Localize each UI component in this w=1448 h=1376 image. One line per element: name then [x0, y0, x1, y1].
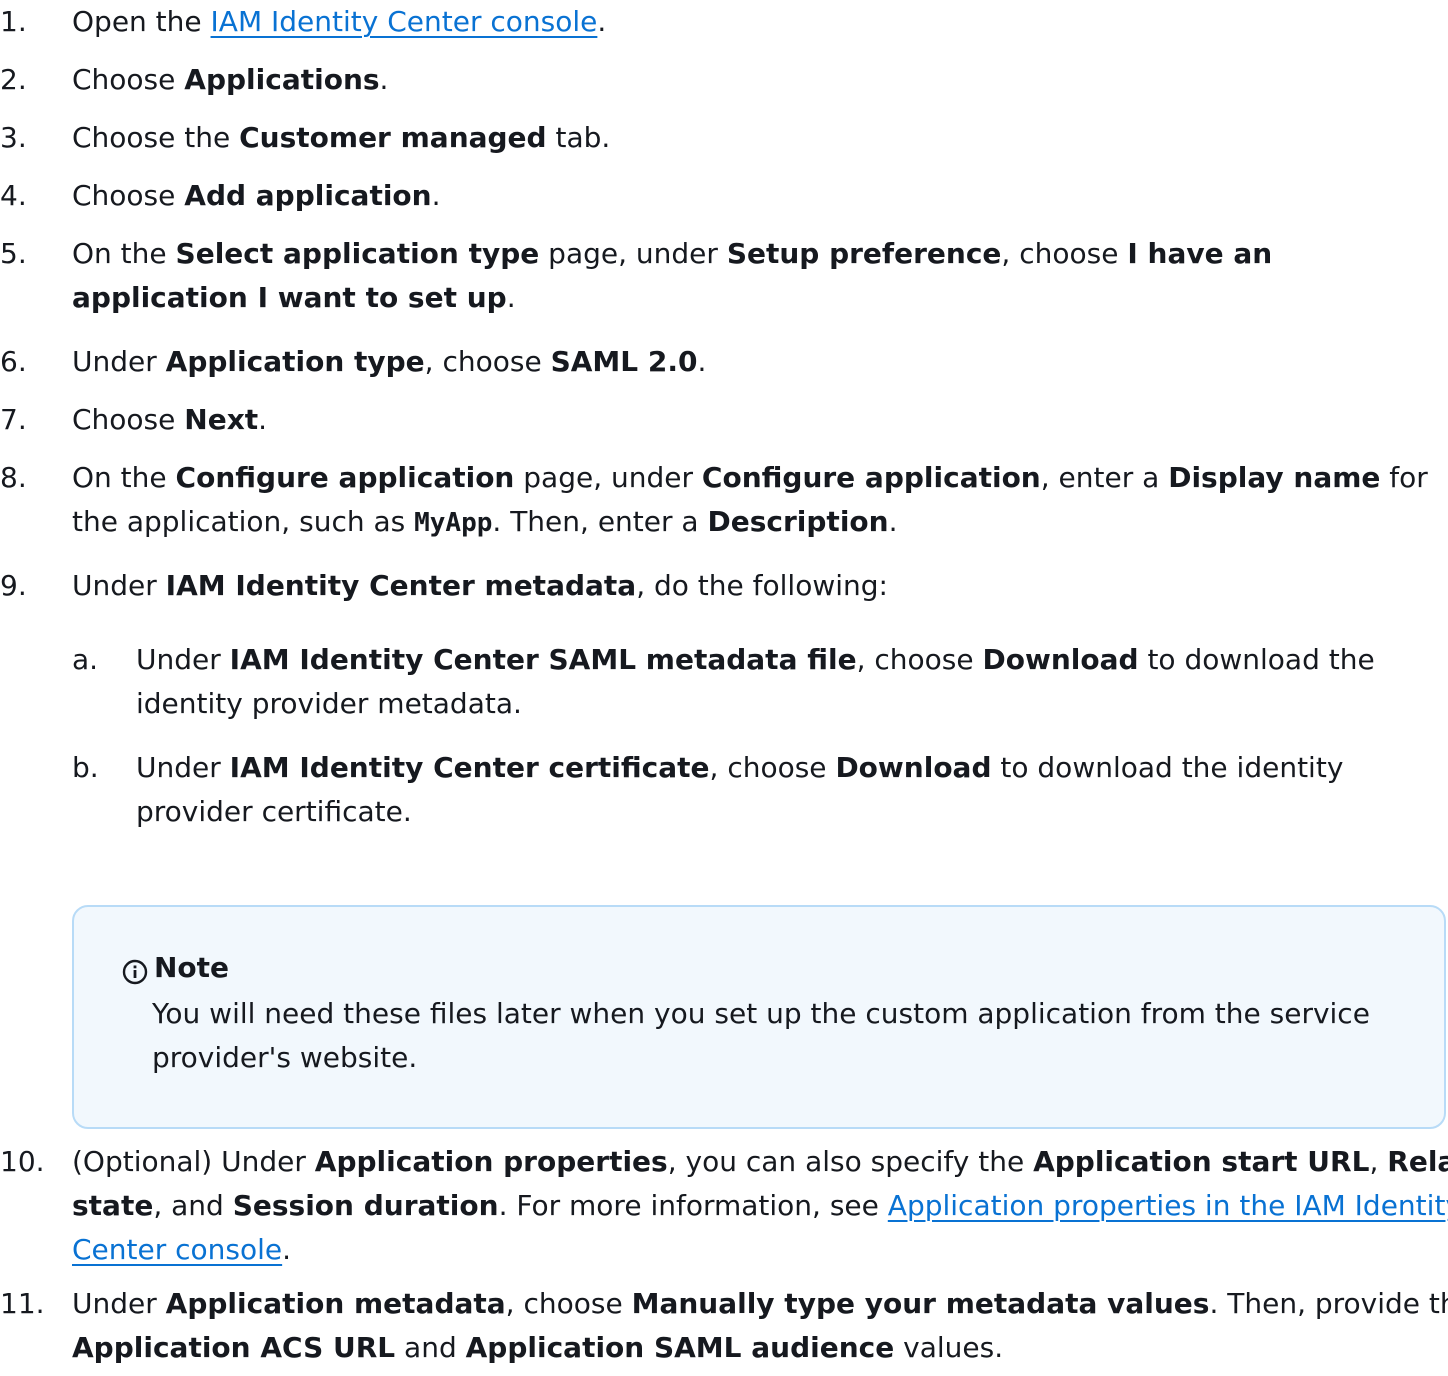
step-number: 1.	[0, 5, 27, 38]
ui-term: Download	[982, 643, 1139, 676]
ui-term: Application type	[165, 345, 425, 378]
step-3: 3. Choose the Customer managed tab.	[0, 116, 1448, 160]
note-body: You will need these files later when you…	[152, 997, 1370, 1074]
step-number: 4.	[0, 179, 27, 212]
step-number: 2.	[0, 63, 27, 96]
step-text: , choose	[1001, 237, 1128, 270]
ui-term: Applications	[184, 63, 380, 96]
info-icon	[122, 959, 148, 985]
step-text: . For more information, see	[498, 1189, 888, 1222]
step-number: 5.	[0, 237, 27, 270]
step-5: 5. On the Select application type page, …	[0, 232, 1448, 320]
ui-term: Application ACS URL	[72, 1331, 396, 1364]
step-1: 1. Open the IAM Identity Center console.	[0, 0, 1448, 44]
step-text: .	[258, 403, 268, 436]
ui-term: IAM Identity Center SAML metadata file	[229, 643, 857, 676]
ui-term: Application metadata	[165, 1287, 506, 1320]
step-text: . Then, provide the	[1209, 1287, 1448, 1320]
step-text: , do the following:	[636, 569, 888, 602]
step-text: , choose	[505, 1287, 632, 1320]
substep-letter: a.	[72, 643, 99, 676]
step-text: . Then, enter a	[492, 505, 708, 538]
ui-term: Display name	[1168, 461, 1381, 494]
step-number: 10.	[0, 1145, 45, 1178]
step-9: 9. Under IAM Identity Center metadata, d…	[0, 564, 1448, 608]
note-title: Note	[154, 951, 230, 984]
step-number: 7.	[0, 403, 27, 436]
ui-term: Configure application	[175, 461, 515, 494]
step-text: , choose	[424, 345, 551, 378]
ui-term: Setup preference	[726, 237, 1002, 270]
step-text: Choose	[72, 179, 185, 212]
ui-term: Next	[184, 403, 259, 436]
substep-b: b. Under IAM Identity Center certificate…	[72, 746, 1406, 834]
ui-term: Customer managed	[239, 121, 547, 154]
step-text: values.	[894, 1331, 1004, 1364]
code-value: MyApp	[414, 508, 493, 538]
step-text: On the	[72, 237, 176, 270]
step-text: page, under	[539, 237, 727, 270]
step-text: .	[506, 281, 516, 314]
substep-letter: b.	[72, 751, 99, 784]
ui-term: Session duration	[232, 1189, 499, 1222]
step-text: (Optional) Under	[72, 1145, 315, 1178]
ui-term: Select application type	[175, 237, 540, 270]
ui-term: IAM Identity Center certificate	[229, 751, 710, 784]
step-text: and	[395, 1331, 466, 1364]
step-text: Under	[72, 1287, 166, 1320]
step-number: 3.	[0, 121, 27, 154]
step-text: Under	[72, 345, 166, 378]
note-callout: Note You will need these files later whe…	[72, 905, 1446, 1129]
step-4: 4. Choose Add application.	[0, 174, 1448, 218]
ui-term: Manually type your metadata values	[631, 1287, 1210, 1320]
step-text: tab.	[546, 121, 611, 154]
ui-term: Application properties	[314, 1145, 668, 1178]
step-text: .	[697, 345, 707, 378]
ui-term: Description	[707, 505, 889, 538]
step-10: 10. (Optional) Under Application propert…	[0, 1140, 1448, 1272]
step-text: Under	[72, 569, 166, 602]
step-8: 8. On the Configure application page, un…	[0, 456, 1432, 545]
step-text: ,	[1369, 1145, 1388, 1178]
step-text: .	[282, 1233, 292, 1266]
ui-term: IAM Identity Center metadata	[165, 569, 637, 602]
ui-term: Application SAML audience	[465, 1331, 895, 1364]
step-6: 6. Under Application type, choose SAML 2…	[0, 340, 1448, 384]
step-text: .	[379, 63, 389, 96]
step-number: 9.	[0, 569, 27, 602]
step-text: , you can also specify the	[667, 1145, 1034, 1178]
step-text: Under	[136, 643, 230, 676]
iam-console-link[interactable]: IAM Identity Center console	[211, 5, 598, 38]
step-text: Under	[136, 751, 230, 784]
ui-term: Application start URL	[1033, 1145, 1370, 1178]
step-text: On the	[72, 461, 176, 494]
step-number: 8.	[0, 461, 27, 494]
step-text: , and	[153, 1189, 233, 1222]
step-text: Choose	[72, 403, 185, 436]
ui-term: Configure application	[701, 461, 1041, 494]
step-number: 6.	[0, 345, 27, 378]
step-text: page, under	[514, 461, 702, 494]
step-7: 7. Choose Next.	[0, 398, 1448, 442]
ui-term: SAML 2.0	[550, 345, 698, 378]
step-text: , choose	[709, 751, 836, 784]
ui-term: Download	[835, 751, 992, 784]
step-text: .	[888, 505, 898, 538]
step-2: 2. Choose Applications.	[0, 58, 1448, 102]
step-text: , enter a	[1040, 461, 1169, 494]
substep-a: a. Under IAM Identity Center SAML metada…	[72, 638, 1446, 726]
ui-term: Add application	[184, 179, 432, 212]
step-text: .	[597, 5, 607, 38]
step-text: Choose the	[72, 121, 240, 154]
step-text: .	[431, 179, 441, 212]
step-text: , choose	[856, 643, 983, 676]
step-text: Choose	[72, 63, 185, 96]
step-text: Open the	[72, 5, 211, 38]
step-11: 11. Under Application metadata, choose M…	[0, 1282, 1448, 1370]
step-number: 11.	[0, 1287, 45, 1320]
